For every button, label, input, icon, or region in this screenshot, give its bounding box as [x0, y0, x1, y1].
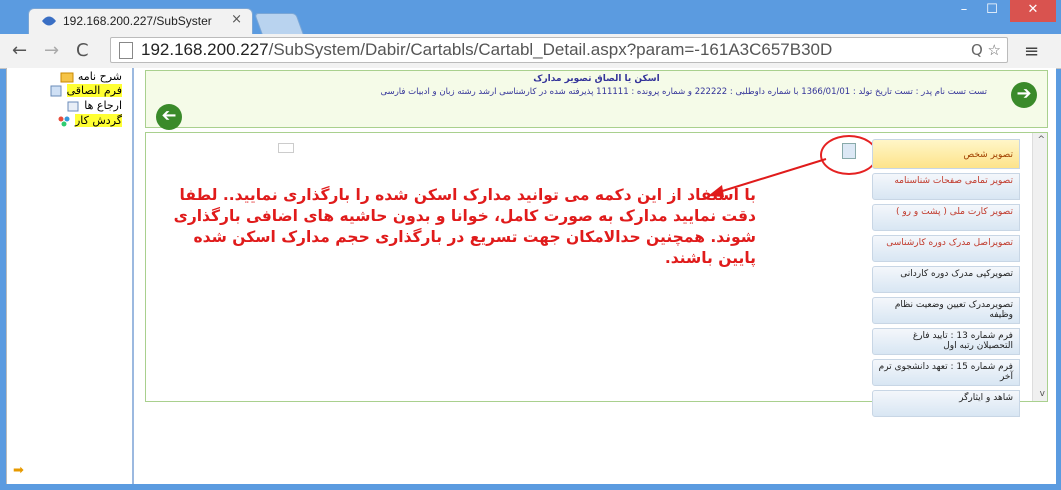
menu-item-id-pages[interactable]: تصویر تمامی صفحات شناسنامه [872, 173, 1020, 200]
left-item-label: گردش کار [74, 114, 122, 127]
back-arrow-icon: ➔ [161, 105, 177, 126]
form-icon [50, 85, 62, 96]
close-window-button[interactable]: ✕ [1010, 0, 1056, 22]
menu-item-veterans[interactable]: شاهد و ایثارگر [872, 390, 1020, 417]
scroll-up-icon[interactable]: ^ [1037, 135, 1045, 145]
menu-item-bachelor-degree[interactable]: تصویراصل مدرک دوره کارشناسی [872, 235, 1020, 262]
url-path: /SubSystem/Dabir/Cartabls/Cartabl_Detail… [268, 40, 833, 59]
address-bar[interactable]: 192.168.200.227/SubSystem/Dabir/Cartabls… [110, 37, 1008, 63]
left-item-attach-form[interactable]: فرم الصاقی [49, 84, 122, 97]
menu-item-personal-photo[interactable]: تصویر شخص [872, 139, 1020, 169]
tab-title: 192.168.200.227/SubSyster [63, 14, 212, 28]
minimize-button[interactable]: – [950, 0, 978, 22]
referral-icon [67, 101, 79, 111]
left-item-description[interactable]: شرح نامه [60, 70, 122, 83]
menu-item-form-13[interactable]: فرم شماره 13 : تایید فارغ التحصیلان رتبه… [872, 328, 1020, 355]
tab-strip: 192.168.200.227/SubSyster × – ☐ ✕ [0, 0, 1061, 35]
document-menu: تصویر شخص تصویر تمامی صفحات شناسنامه تصو… [872, 139, 1020, 421]
menu-item-national-card[interactable]: تصویر کارت ملی ( پشت و رو ) [872, 204, 1020, 231]
annotation-text: با استفاد از این دکمه می توانید مدارک اس… [173, 186, 756, 267]
scroll-down-icon[interactable]: v [1040, 389, 1045, 399]
tab-close-icon[interactable]: × [231, 12, 242, 27]
page-viewport: شرح نامه فرم الصاقی ارجاع ها گردش کار ➡ … [6, 68, 1056, 484]
forward-arrow-icon[interactable]: → [44, 40, 59, 61]
left-panel: شرح نامه فرم الصاقی ارجاع ها گردش کار ➡ [7, 68, 134, 484]
reload-icon[interactable]: C [76, 40, 89, 61]
image-placeholder-icon [278, 143, 294, 153]
zoom-star-icons[interactable]: Q ☆ [971, 41, 1001, 59]
menu-item-associate-degree[interactable]: تصویرکپی مدرک دوره کاردانی [872, 266, 1020, 293]
menu-icon[interactable]: ≡ [1024, 41, 1039, 62]
left-item-label: فرم الصاقی [66, 84, 122, 97]
content-frame: با استفاد از این دکمه می توانید مدارک اس… [145, 132, 1048, 417]
page-title: اسکن یا الصاق تصویر مدارک [533, 74, 660, 84]
menu-item-form-15[interactable]: فرم شماره 15 : تعهد دانشجوی ترم آخر [872, 359, 1020, 386]
envelope-icon [60, 72, 74, 82]
browser-window: 192.168.200.227/SubSyster × – ☐ ✕ ← → C … [0, 0, 1061, 490]
student-info: تست تست نام پدر : تست تاریخ تولد : 1366/… [380, 87, 987, 97]
left-item-label: شرح نامه [77, 70, 122, 83]
url-host: 192.168.200.227 [141, 40, 269, 59]
browser-toolbar: ← → C 192.168.200.227/SubSystem/Dabir/Ca… [0, 34, 1061, 69]
back-arrow-button[interactable]: ➔ [156, 104, 182, 130]
maximize-button[interactable]: ☐ [978, 0, 1006, 22]
back-arrow-icon[interactable]: ← [12, 40, 27, 61]
content-scrollbar[interactable]: ^ v [1032, 133, 1047, 401]
left-item-workflow[interactable]: گردش کار [57, 114, 122, 127]
header-panel: اسکن یا الصاق تصویر مدارک تست تست نام پد… [145, 70, 1048, 130]
collapse-arrow-icon[interactable]: ➡ [13, 463, 24, 478]
menu-item-military-status[interactable]: تصویرمدرک تعیین وضعیت نظام وظیفه [872, 297, 1020, 324]
url-text[interactable]: 192.168.200.227/SubSystem/Dabir/Cartabls… [141, 40, 832, 60]
new-tab-button[interactable] [253, 13, 305, 35]
network-favicon-icon [42, 16, 56, 26]
workflow-icon [58, 116, 70, 126]
browser-tab[interactable]: 192.168.200.227/SubSyster × [28, 8, 253, 34]
left-item-referrals[interactable]: ارجاع ها [66, 99, 122, 112]
next-arrow-button[interactable]: ➔ [1011, 82, 1037, 108]
page-icon [119, 42, 133, 59]
left-item-label: ارجاع ها [84, 99, 122, 112]
